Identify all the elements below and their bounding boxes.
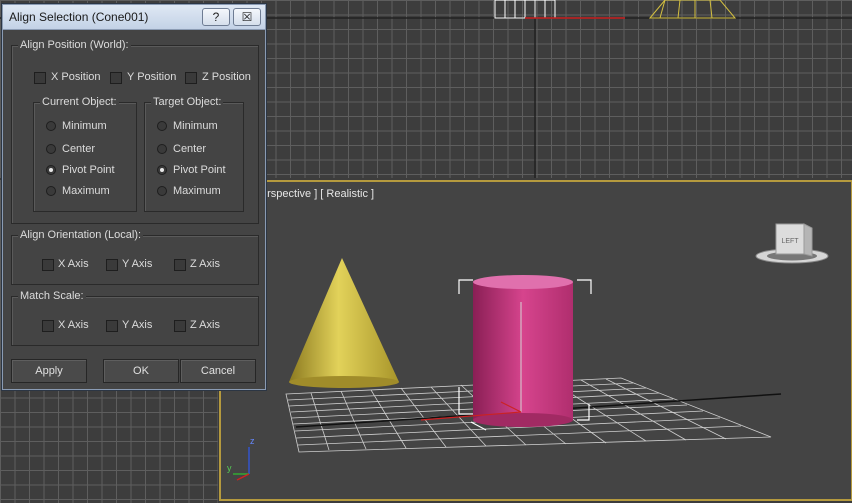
- target-object-group: Target Object: Minimum Center Pivot Poin…: [144, 96, 244, 212]
- axis-z-label: z: [250, 436, 255, 446]
- orientation-x-label[interactable]: X Axis: [58, 258, 89, 270]
- scale-z-label[interactable]: Z Axis: [190, 319, 220, 331]
- help-button[interactable]: ?: [202, 8, 230, 26]
- cylinder-object[interactable]: [473, 275, 573, 427]
- match-scale-label: Match Scale:: [18, 290, 86, 302]
- axis-tripod: z y: [227, 436, 255, 481]
- orientation-z-checkbox[interactable]: [174, 259, 186, 271]
- viewcube-face-label: LEFT: [781, 238, 799, 245]
- axis-y-label: y: [227, 463, 232, 473]
- scale-y-checkbox[interactable]: [106, 320, 118, 332]
- current-maximum-radio[interactable]: [46, 186, 56, 196]
- scale-x-checkbox[interactable]: [42, 320, 54, 332]
- x-position-checkbox[interactable]: [34, 72, 46, 84]
- orientation-x-checkbox[interactable]: [42, 259, 54, 271]
- orientation-y-checkbox[interactable]: [106, 259, 118, 271]
- current-pivot-point-radio[interactable]: [46, 165, 56, 175]
- orientation-z-label[interactable]: Z Axis: [190, 258, 220, 270]
- align-position-label: Align Position (World):: [18, 39, 131, 51]
- target-object-label: Target Object:: [151, 96, 224, 108]
- align-orientation-label: Align Orientation (Local):: [18, 229, 144, 241]
- align-orientation-group: Align Orientation (Local): X Axis Y Axis…: [11, 229, 259, 285]
- perspective-scene: LEFT z y: [227, 223, 829, 481]
- scale-y-label[interactable]: Y Axis: [122, 319, 152, 331]
- dialog-title: Align Selection (Cone001): [9, 10, 149, 24]
- target-center-radio[interactable]: [157, 144, 167, 154]
- orientation-y-label[interactable]: Y Axis: [122, 258, 152, 270]
- scale-z-checkbox[interactable]: [174, 320, 186, 332]
- current-object-label: Current Object:: [40, 96, 119, 108]
- z-position-checkbox[interactable]: [185, 72, 197, 84]
- scale-x-label[interactable]: X Axis: [58, 319, 89, 331]
- current-minimum-radio[interactable]: [46, 121, 56, 131]
- x-position-label[interactable]: X Position: [51, 71, 101, 83]
- target-maximum-radio[interactable]: [157, 186, 167, 196]
- align-position-group: Align Position (World): X Position Y Pos…: [11, 39, 259, 224]
- close-button[interactable]: ☒: [233, 8, 261, 26]
- current-pivot-point-label[interactable]: Pivot Point: [62, 164, 115, 176]
- target-minimum-radio[interactable]: [157, 121, 167, 131]
- target-pivot-point-label[interactable]: Pivot Point: [173, 164, 226, 176]
- y-position-label[interactable]: Y Position: [127, 71, 176, 83]
- ok-button[interactable]: OK: [103, 359, 179, 383]
- y-position-checkbox[interactable]: [110, 72, 122, 84]
- target-pivot-point-radio[interactable]: [157, 165, 167, 175]
- apply-button[interactable]: Apply: [11, 359, 87, 383]
- cone-object[interactable]: [289, 258, 399, 388]
- align-selection-dialog: Align Selection (Cone001) ? ☒ Align Posi…: [2, 4, 266, 390]
- target-maximum-label[interactable]: Maximum: [173, 185, 221, 197]
- cancel-button[interactable]: Cancel: [180, 359, 256, 383]
- current-center-radio[interactable]: [46, 144, 56, 154]
- z-position-label[interactable]: Z Position: [202, 71, 251, 83]
- viewcube[interactable]: LEFT: [755, 223, 829, 264]
- current-object-group: Current Object: Minimum Center Pivot Poi…: [33, 96, 137, 212]
- perspective-viewport[interactable]: erspective ] [ Realistic ] LEFT z y: [219, 180, 852, 501]
- current-center-label[interactable]: Center: [62, 143, 95, 155]
- current-minimum-label[interactable]: Minimum: [62, 120, 107, 132]
- current-maximum-label[interactable]: Maximum: [62, 185, 110, 197]
- match-scale-group: Match Scale: X Axis Y Axis Z Axis: [11, 290, 259, 346]
- dialog-titlebar[interactable]: Align Selection (Cone001) ? ☒: [3, 5, 265, 30]
- target-center-label[interactable]: Center: [173, 143, 206, 155]
- target-minimum-label[interactable]: Minimum: [173, 120, 218, 132]
